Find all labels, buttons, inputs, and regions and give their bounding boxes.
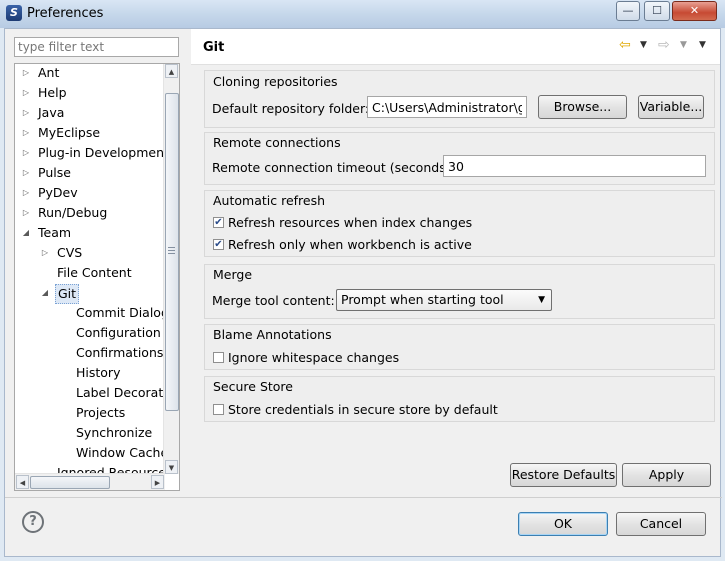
cloning-heading: Cloning repositories [213, 74, 338, 89]
preference-tree: ▷ Ant ▷ Help ▷ Java ▷ MyEclipse ▷ Plug-in Develop… [14, 63, 180, 491]
tree-item-label: Run/Debug [38, 205, 108, 220]
tree-scroll-thumb[interactable] [165, 93, 179, 411]
collapsed-twisty-icon[interactable]: ▷ [21, 104, 31, 122]
title-bar: S Preferences — ☐ ✕ [0, 0, 725, 28]
collapsed-twisty-icon[interactable]: ▷ [21, 64, 31, 82]
timeout-field[interactable] [443, 155, 706, 177]
tree-item-label: History [76, 365, 121, 380]
merge-tool-label: Merge tool content: [212, 293, 335, 308]
scroll-left-icon[interactable]: ◀ [16, 475, 29, 489]
window-title: Preferences [27, 6, 104, 21]
scroll-up-icon[interactable]: ▲ [165, 64, 178, 78]
merge-heading: Merge [213, 267, 253, 282]
blame-heading: Blame Annotations [213, 327, 332, 342]
default-folder-label: Default repository folder: [212, 101, 370, 116]
cancel-button[interactable]: Cancel [616, 512, 706, 536]
tree-item-label: Window Cache [76, 445, 165, 460]
grip-line [168, 253, 175, 254]
blame-group: Blame Annotations Ignore whitespace chan… [204, 324, 715, 370]
cloning-group: Cloning repositories Default repository … [204, 70, 715, 128]
filter-input[interactable] [14, 37, 179, 57]
tree-item-label: Team [38, 225, 72, 240]
tree-item-label: Confirmations and Warnings [76, 345, 165, 360]
tree-item-label: Configuration [76, 325, 161, 340]
restore-defaults-button[interactable]: Restore Defaults [510, 463, 617, 487]
ignore-whitespace-checkbox[interactable] [213, 352, 224, 363]
ok-button[interactable]: OK [518, 512, 608, 536]
tree-item-label: Plug-in Development [38, 145, 165, 160]
collapsed-twisty-icon[interactable]: ▷ [21, 144, 31, 162]
tree-item-label: Projects [76, 405, 126, 420]
grip-line [168, 250, 175, 251]
refresh-active-checkbox[interactable]: ✔ [213, 239, 224, 250]
back-dropdown-icon[interactable]: ▼ [640, 41, 647, 50]
tree-item-label: CVS [57, 245, 83, 260]
view-menu-icon[interactable]: ▼ [699, 41, 706, 50]
tree-vertical-scrollbar[interactable]: ▲ ▼ [163, 64, 179, 474]
tree-hscroll-thumb[interactable] [30, 476, 110, 489]
maximize-button[interactable]: ☐ [644, 1, 670, 21]
page-header: Git ⇦ ▼ ⇨ ▼ ▼ [191, 29, 720, 65]
tree-item-label: Ant [38, 65, 60, 80]
browse-button[interactable]: Browse... [538, 95, 627, 119]
collapsed-twisty-icon[interactable]: ▷ [21, 204, 31, 222]
refresh-group: Automatic refresh ✔ Refresh resources wh… [204, 190, 715, 257]
grip-line [168, 247, 175, 248]
secure-group: Secure Store Store credentials in secure… [204, 376, 715, 422]
back-arrow-icon[interactable]: ⇦ [619, 38, 631, 52]
refresh-index-checkbox[interactable]: ✔ [213, 217, 224, 228]
secure-heading: Secure Store [213, 379, 293, 394]
scroll-down-icon[interactable]: ▼ [165, 460, 178, 474]
tree-horizontal-scrollbar[interactable]: ◀ ▶ [15, 473, 165, 490]
default-folder-field[interactable] [367, 96, 527, 118]
refresh-index-label: Refresh resources when index changes [228, 215, 473, 230]
collapsed-twisty-icon[interactable]: ▷ [21, 84, 31, 102]
tree-item-label: MyEclipse [38, 125, 101, 140]
collapsed-twisty-icon[interactable]: ▷ [40, 244, 50, 262]
merge-tool-value: Prompt when starting tool [341, 292, 504, 307]
chevron-down-icon: ▼ [538, 295, 545, 305]
refresh-heading: Automatic refresh [213, 193, 326, 208]
variable-button[interactable]: Variable... [638, 95, 704, 119]
page-title: Git [203, 40, 225, 55]
dialog-separator [5, 497, 722, 498]
ignore-whitespace-label: Ignore whitespace changes [228, 350, 400, 365]
apply-button[interactable]: Apply [622, 463, 711, 487]
tree-viewport: ▷ Ant ▷ Help ▷ Java ▷ MyEclipse ▷ Plug-in Develop… [15, 64, 165, 474]
refresh-active-label: Refresh only when workbench is active [228, 237, 472, 252]
timeout-label: Remote connection timeout (seconds): [212, 160, 455, 175]
secure-store-checkbox[interactable] [213, 404, 224, 415]
tree-item-label: Commit Dialog [76, 305, 165, 320]
expanded-twisty-icon[interactable]: ◢ [21, 224, 31, 242]
tree-item-label: File Content [57, 265, 132, 280]
collapsed-twisty-icon[interactable]: ▷ [21, 164, 31, 182]
tree-item-label: Java [38, 105, 65, 120]
tree-item-label: Help [38, 85, 67, 100]
expanded-twisty-icon[interactable]: ◢ [40, 284, 50, 302]
dialog-client-area: ▷ Ant ▷ Help ▷ Java ▷ MyEclipse ▷ Plug-in Develop… [4, 28, 722, 557]
tree-item-label: Git [55, 284, 80, 304]
tree-item-label: Synchronize [76, 425, 153, 440]
scroll-right-icon[interactable]: ▶ [151, 475, 164, 489]
app-icon: S [6, 5, 22, 21]
minimize-button[interactable]: — [616, 1, 640, 21]
tree-item-label: PyDev [38, 185, 78, 200]
collapsed-twisty-icon[interactable]: ▷ [21, 124, 31, 142]
collapsed-twisty-icon[interactable]: ▷ [21, 184, 31, 202]
tree-item-label: Pulse [38, 165, 71, 180]
help-icon[interactable]: ? [22, 511, 44, 533]
merge-tool-select[interactable]: Prompt when starting tool ▼ [336, 289, 552, 311]
forward-arrow-icon[interactable]: ⇨ [658, 38, 670, 52]
merge-group: Merge Merge tool content: Prompt when st… [204, 264, 715, 319]
secure-store-label: Store credentials in secure store by def… [228, 402, 498, 417]
forward-dropdown-icon[interactable]: ▼ [680, 41, 687, 50]
close-button[interactable]: ✕ [672, 1, 717, 21]
remote-heading: Remote connections [213, 135, 341, 150]
remote-group: Remote connections Remote connection tim… [204, 132, 715, 185]
tree-item-label: Label Decorations [76, 385, 165, 400]
